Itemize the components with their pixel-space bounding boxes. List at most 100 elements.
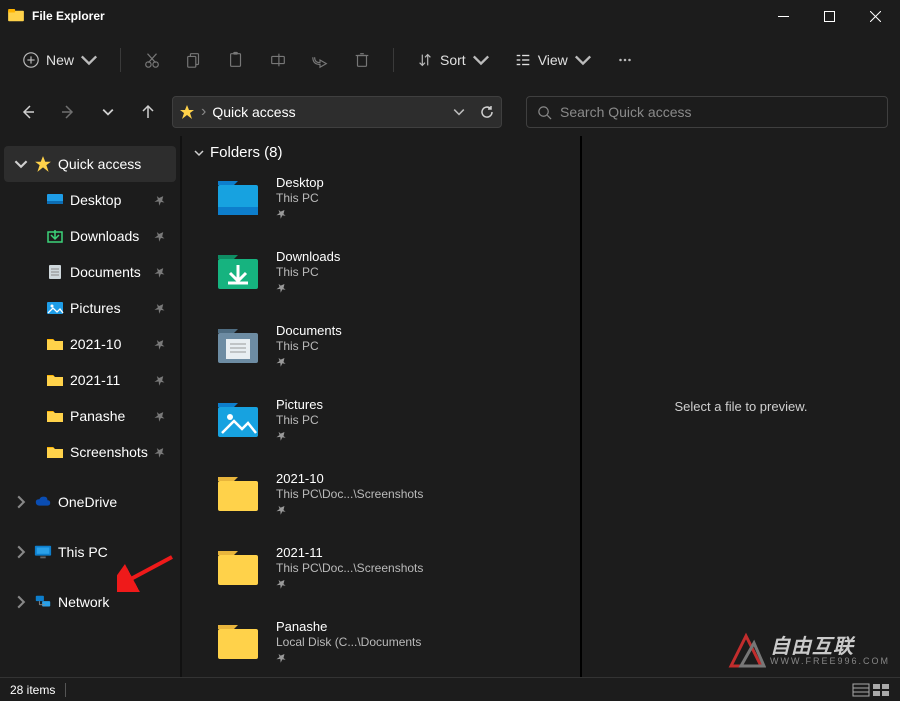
sidebar-item-label: Quick access — [58, 156, 176, 172]
sidebar-item-label: Network — [58, 594, 176, 610]
folder-icon — [46, 299, 64, 317]
sidebar[interactable]: Quick access Desktop Downloads Documents… — [0, 136, 182, 677]
sidebar-item[interactable]: 2021-11 — [4, 362, 176, 398]
folder-item[interactable]: Panashe Local Disk (C...\Documents — [194, 613, 568, 677]
copy-icon — [185, 51, 203, 69]
folder-name: 2021-11 — [276, 545, 423, 560]
more-button[interactable] — [606, 42, 644, 78]
sidebar-item[interactable]: Screenshots — [4, 434, 176, 470]
folder-name: Desktop — [276, 175, 324, 190]
sidebar-item[interactable]: Pictures — [4, 290, 176, 326]
cut-button[interactable] — [133, 42, 171, 78]
close-button[interactable] — [852, 0, 898, 32]
folder-list[interactable]: Folders (8) Desktop This PC Downloads Th… — [182, 136, 582, 677]
pin-icon — [276, 208, 287, 219]
paste-button[interactable] — [217, 42, 255, 78]
sidebar-item[interactable]: Desktop — [4, 182, 176, 218]
sidebar-quick-access[interactable]: Quick access — [4, 146, 176, 182]
recent-button[interactable] — [92, 96, 124, 128]
chevron-down-icon — [574, 51, 592, 69]
folder-item[interactable]: Desktop This PC — [194, 169, 568, 243]
sidebar-item-label: This PC — [58, 544, 176, 560]
titlebar-left: File Explorer — [8, 9, 105, 23]
search-input[interactable] — [560, 104, 877, 120]
minimize-button[interactable] — [760, 0, 806, 32]
delete-button[interactable] — [343, 42, 381, 78]
chevron-down-icon — [80, 51, 98, 69]
folder-path: This PC — [276, 339, 342, 353]
sidebar-item-label: Panashe — [70, 408, 148, 424]
folder-item[interactable]: 2021-10 This PC\Doc...\Screenshots — [194, 465, 568, 539]
up-button[interactable] — [132, 96, 164, 128]
app-icon — [8, 9, 24, 23]
folders-header-label: Folders (8) — [210, 144, 283, 161]
sidebar-item[interactable]: Documents — [4, 254, 176, 290]
refresh-icon[interactable] — [479, 104, 495, 120]
status-item-count: 28 items — [10, 683, 55, 697]
maximize-button[interactable] — [806, 0, 852, 32]
window-title: File Explorer — [32, 9, 105, 23]
back-button[interactable] — [12, 96, 44, 128]
sidebar-network[interactable]: Network — [4, 584, 176, 620]
folder-icon — [216, 177, 260, 221]
sidebar-item-label: Downloads — [70, 228, 148, 244]
folder-icon — [46, 191, 64, 209]
share-button[interactable] — [301, 42, 339, 78]
pin-icon — [154, 194, 166, 206]
chevron-down-icon — [472, 51, 490, 69]
details-view-button[interactable] — [852, 682, 870, 698]
view-mode-switcher — [852, 682, 890, 698]
rename-icon — [269, 51, 287, 69]
sidebar-onedrive[interactable]: OneDrive — [4, 484, 176, 520]
folder-item[interactable]: Documents This PC — [194, 317, 568, 391]
chevron-down-icon — [14, 157, 28, 171]
watermark-url: WWW.FREE996.COM — [770, 657, 890, 666]
folder-icon — [216, 251, 260, 295]
folder-icon — [46, 443, 64, 461]
divider — [65, 683, 66, 697]
address-path: Quick access — [212, 104, 447, 120]
copy-button[interactable] — [175, 42, 213, 78]
watermark: 自由互联 WWW.FREE996.COM — [726, 631, 890, 671]
tiles-view-button[interactable] — [872, 682, 890, 698]
sidebar-item-label: 2021-10 — [70, 336, 148, 352]
sort-button[interactable]: Sort — [406, 42, 500, 78]
titlebar: File Explorer — [0, 0, 900, 32]
new-label: New — [46, 52, 74, 68]
folder-item[interactable]: Pictures This PC — [194, 391, 568, 465]
new-button[interactable]: New — [12, 42, 108, 78]
folder-name: 2021-10 — [276, 471, 423, 486]
rename-button[interactable] — [259, 42, 297, 78]
pin-icon — [276, 430, 287, 441]
sort-label: Sort — [440, 52, 466, 68]
folders-group-header[interactable]: Folders (8) — [194, 144, 568, 161]
folder-item[interactable]: 2021-11 This PC\Doc...\Screenshots — [194, 539, 568, 613]
more-icon — [616, 51, 634, 69]
sidebar-item[interactable]: Panashe — [4, 398, 176, 434]
forward-button[interactable] — [52, 96, 84, 128]
folder-path: This PC\Doc...\Screenshots — [276, 561, 423, 575]
pin-icon — [154, 410, 166, 422]
folder-item[interactable]: Downloads This PC — [194, 243, 568, 317]
sidebar-item[interactable]: 2021-10 — [4, 326, 176, 362]
window-controls — [760, 0, 898, 32]
address-bar[interactable]: › Quick access — [172, 96, 502, 128]
folder-icon — [46, 335, 64, 353]
sidebar-item-label: OneDrive — [58, 494, 176, 510]
network-icon — [34, 593, 52, 611]
chevron-down-icon[interactable] — [453, 106, 465, 118]
chevron-right-icon — [14, 545, 28, 559]
view-button[interactable]: View — [504, 42, 602, 78]
folder-icon — [216, 399, 260, 443]
chevron-right-icon — [14, 495, 28, 509]
star-icon — [179, 104, 195, 120]
search-box[interactable] — [526, 96, 888, 128]
sidebar-this-pc[interactable]: This PC — [4, 534, 176, 570]
sidebar-item[interactable]: Downloads — [4, 218, 176, 254]
pin-icon — [154, 374, 166, 386]
pin-icon — [154, 338, 166, 350]
watermark-text: 自由互联 — [770, 637, 890, 657]
chevron-right-icon — [14, 595, 28, 609]
statusbar: 28 items — [0, 677, 900, 701]
chevron-down-icon — [194, 148, 204, 158]
